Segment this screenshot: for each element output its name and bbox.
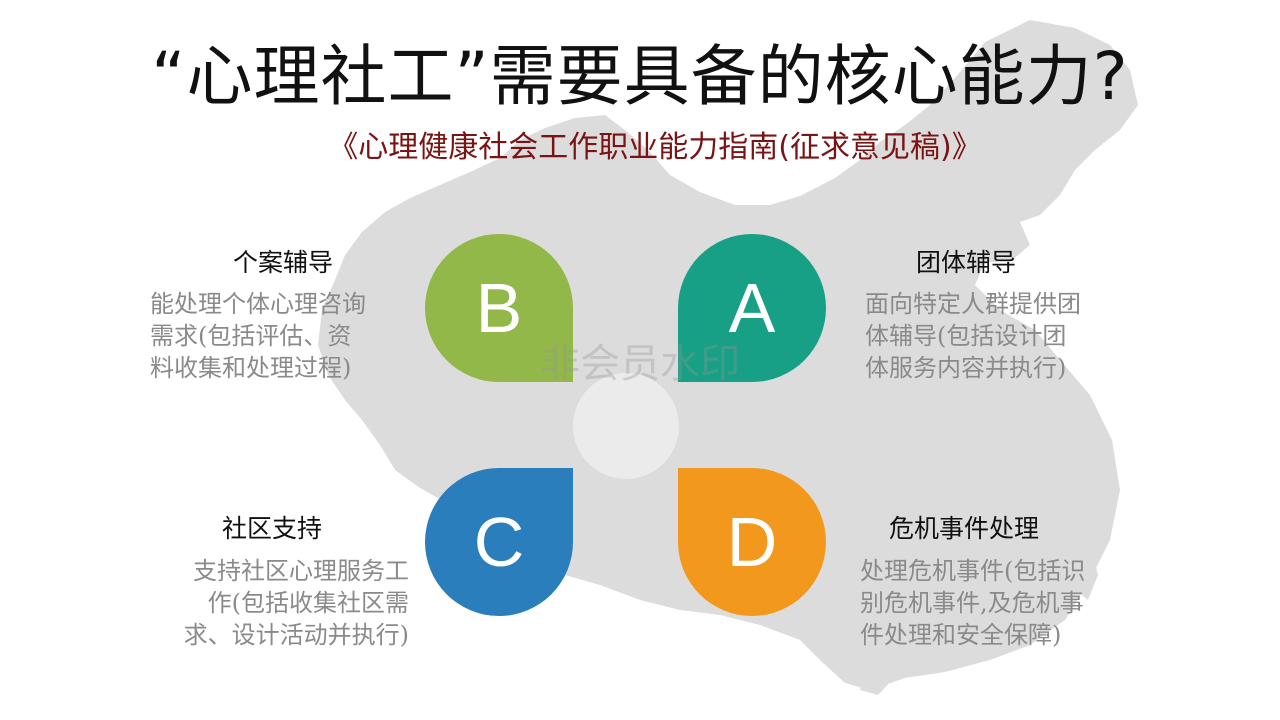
petal-d-letter: D — [726, 503, 778, 581]
desc-line: 件处理和安全保障) — [860, 621, 1062, 649]
desc-line: 处理危机事件(包括识 — [860, 557, 1086, 585]
desc-line: 作(包括收集社区需 — [207, 589, 409, 617]
petal-d: D — [678, 468, 826, 616]
heading-individual-counseling: 个案辅导 — [233, 248, 334, 277]
desc-community-support: 支持社区心理服务工 作(包括收集社区需 求、设计活动并执行) — [157, 555, 409, 651]
desc-line: 料收集和处理过程) — [150, 354, 352, 382]
desc-line: 面向特定人群提供团 — [865, 290, 1081, 318]
heading-group-counseling: 团体辅导 — [916, 248, 1017, 277]
desc-group-counseling: 面向特定人群提供团 体辅导(包括设计团 体服务内容并执行) — [865, 288, 1081, 384]
petal-c-letter: C — [473, 503, 525, 581]
desc-line: 别危机事件,及危机事 — [860, 589, 1084, 617]
desc-individual-counseling: 能处理个体心理咨询 需求(包括评估、资 料收集和处理过程) — [150, 288, 366, 384]
desc-crisis-handling: 处理危机事件(包括识 别危机事件,及危机事 件处理和安全保障) — [860, 555, 1085, 651]
petal-b-letter: B — [475, 269, 523, 347]
desc-line: 需求(包括评估、资 — [150, 322, 352, 350]
desc-line: 能处理个体心理咨询 — [150, 290, 366, 318]
petal-c: C — [425, 468, 573, 616]
desc-line: 支持社区心理服务工 — [193, 557, 409, 585]
desc-line: 体服务内容并执行) — [865, 354, 1067, 382]
desc-line: 体辅导(包括设计团 — [865, 322, 1067, 350]
desc-line: 求、设计活动并执行) — [183, 621, 409, 649]
heading-crisis-handling: 危机事件处理 — [889, 514, 1040, 543]
watermark-text: 非会员水印 — [540, 341, 740, 387]
heading-community-support: 社区支持 — [222, 514, 323, 543]
page-subtitle: 《心理健康社会工作职业能力指南(征求意见稿)》 — [328, 130, 982, 165]
page-title: “心理社工”需要具备的核心能力? — [151, 38, 1129, 115]
